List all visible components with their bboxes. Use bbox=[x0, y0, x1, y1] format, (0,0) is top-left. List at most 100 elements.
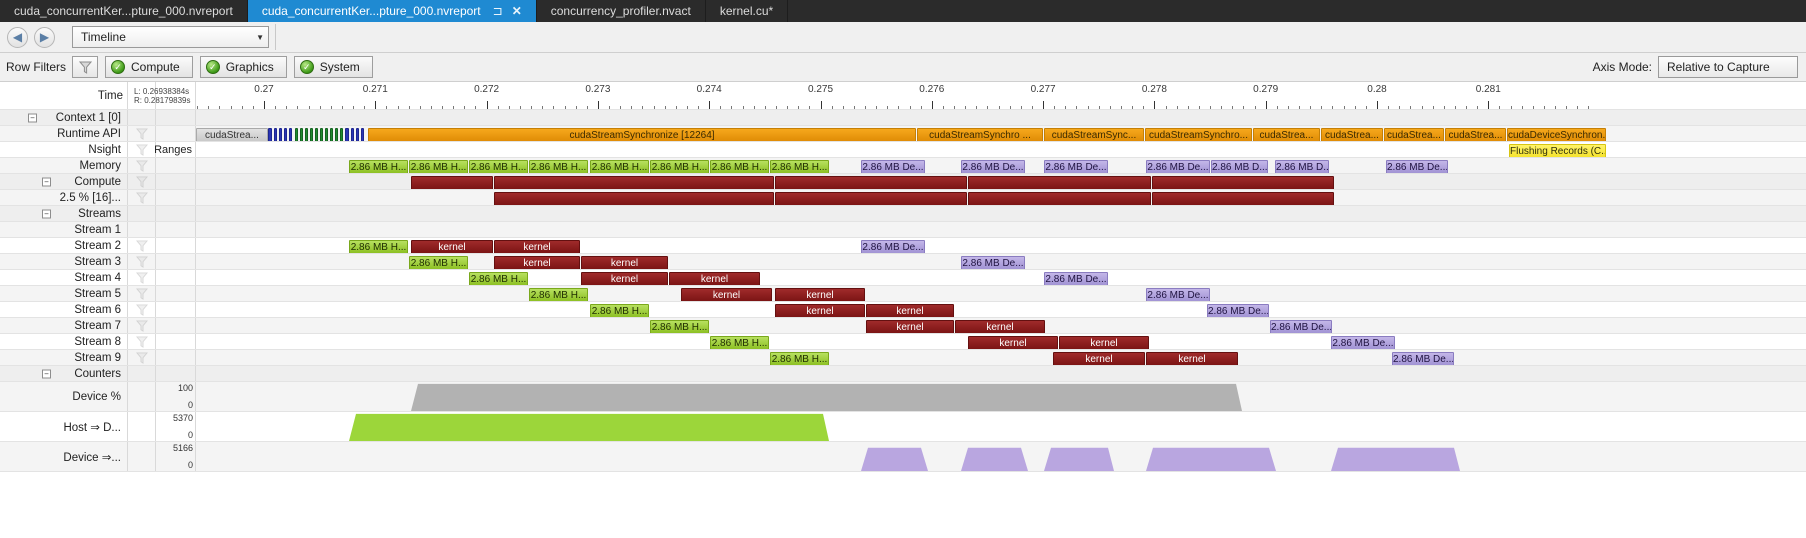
row-filter-cell[interactable] bbox=[128, 350, 156, 365]
funnel-icon[interactable] bbox=[135, 287, 148, 300]
timeline-bar[interactable]: 2.86 MB De... bbox=[1331, 336, 1395, 349]
filter-toggle-compute[interactable]: ✓ Compute bbox=[105, 56, 193, 78]
timeline-row[interactable]: Stream 4 2.86 MB H... kernel kernel 2.86 MB … bbox=[0, 270, 1806, 286]
timeline-bar[interactable] bbox=[289, 128, 292, 141]
row-label-context-1-0[interactable]: − Context 1 [0] bbox=[0, 110, 128, 125]
timeline-bar[interactable]: 2.86 MB H... bbox=[710, 160, 769, 173]
row-filter-cell[interactable] bbox=[128, 302, 156, 317]
row-label-stream-2[interactable]: Stream 2 bbox=[0, 238, 128, 253]
tab-1[interactable]: cuda_concurrentKer...pture_000.nvreport ⊐… bbox=[247, 0, 537, 22]
row-label-device[interactable]: Device ⇒... bbox=[0, 442, 128, 471]
timeline-bar[interactable]: 2.86 MB De... bbox=[961, 160, 1025, 173]
timeline-bar[interactable]: 2.86 MB H... bbox=[590, 160, 649, 173]
timeline-bar[interactable]: 2.86 MB H... bbox=[650, 160, 709, 173]
row-track[interactable] bbox=[196, 174, 1806, 189]
timeline-bar[interactable]: 2.86 MB De... bbox=[1146, 160, 1210, 173]
row-track[interactable]: 2.86 MB H... kernel kernel 2.86 MB De... bbox=[196, 318, 1806, 333]
timeline-bar[interactable]: 2.86 MB H... bbox=[529, 288, 588, 301]
timeline-bar[interactable]: cudaStrea... bbox=[1253, 128, 1320, 141]
timeline-bar[interactable] bbox=[330, 128, 333, 141]
filter-toggle-system[interactable]: ✓ System bbox=[293, 56, 373, 78]
funnel-icon[interactable] bbox=[135, 127, 148, 140]
row-label-device[interactable]: Device % bbox=[0, 382, 128, 411]
timeline-bar[interactable]: 2.86 MB De... bbox=[861, 240, 925, 253]
timeline-bar[interactable]: 2.86 MB H... bbox=[349, 160, 408, 173]
timeline-bar[interactable]: kernel bbox=[775, 304, 865, 317]
timeline-bar[interactable] bbox=[284, 128, 287, 141]
funnel-icon[interactable] bbox=[135, 255, 148, 268]
timeline-bar[interactable] bbox=[356, 128, 359, 141]
timeline-bar[interactable]: 2.86 MB H... bbox=[529, 160, 588, 173]
timeline-bar[interactable]: 2.86 MB H... bbox=[469, 272, 528, 285]
funnel-icon[interactable] bbox=[135, 351, 148, 364]
timeline-bar[interactable] bbox=[1152, 192, 1334, 205]
timeline-view[interactable]: Time 0.27 0.271 0.272 0.273 0.274 0.275 0.276 0… bbox=[0, 82, 1806, 538]
timeline-bar[interactable]: 2.86 MB De... bbox=[1392, 352, 1454, 365]
timeline-bar[interactable]: kernel bbox=[968, 336, 1058, 349]
timeline-row[interactable]: Device ⇒... 5166 0 bbox=[0, 442, 1806, 472]
funnel-icon[interactable] bbox=[135, 335, 148, 348]
timeline-bar[interactable] bbox=[340, 128, 343, 141]
timeline-bar[interactable]: 2.86 MB H... bbox=[710, 336, 769, 349]
timeline-bar[interactable]: cudaStreamSynchro... bbox=[1145, 128, 1252, 141]
timeline-bar[interactable]: cudaStrea... bbox=[1321, 128, 1383, 141]
timeline-bar[interactable]: kernel bbox=[494, 256, 580, 269]
timeline-bar[interactable]: 2.86 MB H... bbox=[469, 160, 528, 173]
row-filter-cell[interactable] bbox=[128, 334, 156, 349]
timeline-bar[interactable]: kernel bbox=[581, 256, 668, 269]
row-track[interactable] bbox=[196, 222, 1806, 237]
row-track[interactable] bbox=[196, 206, 1806, 221]
row-track[interactable]: 2.86 MB H... kernel kernel 2.86 MB De... bbox=[196, 238, 1806, 253]
timeline-bar[interactable] bbox=[295, 128, 298, 141]
timeline-bar[interactable] bbox=[335, 128, 338, 141]
timeline-bar[interactable] bbox=[310, 128, 313, 141]
row-filter-cell[interactable] bbox=[128, 158, 156, 173]
timeline-bar[interactable] bbox=[411, 176, 493, 189]
timeline-bar[interactable]: cudaStrea... bbox=[196, 128, 268, 141]
timeline-bar[interactable] bbox=[494, 192, 774, 205]
row-track[interactable] bbox=[196, 382, 1806, 411]
row-label-stream-5[interactable]: Stream 5 bbox=[0, 286, 128, 301]
tab-0[interactable]: cuda_concurrentKer...pture_000.nvreport bbox=[0, 0, 248, 22]
timeline-bar[interactable]: 2.86 MB H... bbox=[770, 352, 829, 365]
timeline-bar[interactable]: 2.86 MB H... bbox=[770, 160, 829, 173]
timeline-bar[interactable]: kernel bbox=[1059, 336, 1149, 349]
funnel-icon[interactable] bbox=[135, 271, 148, 284]
row-label-stream-8[interactable]: Stream 8 bbox=[0, 334, 128, 349]
timeline-bar[interactable]: kernel bbox=[411, 240, 493, 253]
timeline-bar[interactable] bbox=[279, 128, 282, 141]
row-track[interactable]: 2.86 MB H... kernel kernel 2.86 MB De... bbox=[196, 350, 1806, 365]
timeline-bar[interactable] bbox=[968, 192, 1151, 205]
row-track[interactable] bbox=[196, 412, 1806, 441]
timeline-bar[interactable]: 2.86 MB De... bbox=[1386, 160, 1448, 173]
timeline-bar[interactable] bbox=[300, 128, 303, 141]
timeline-row[interactable]: Runtime API cudaStrea... cudaStreamSynchro… bbox=[0, 126, 1806, 142]
timeline-bar[interactable]: 2.86 MB H... bbox=[409, 160, 468, 173]
row-label-stream-7[interactable]: Stream 7 bbox=[0, 318, 128, 333]
timeline-bar[interactable]: kernel bbox=[669, 272, 760, 285]
row-filter-cell[interactable] bbox=[128, 174, 156, 189]
timeline-bar[interactable] bbox=[325, 128, 328, 141]
tab-3[interactable]: kernel.cu* bbox=[705, 0, 789, 22]
timeline-row[interactable]: Stream 5 2.86 MB H... kernel kernel 2.86 MB … bbox=[0, 286, 1806, 302]
timeline-bar[interactable]: kernel bbox=[1146, 352, 1238, 365]
timeline-bar[interactable] bbox=[968, 176, 1151, 189]
timeline-bar[interactable]: 2.86 MB De... bbox=[961, 256, 1025, 269]
row-label-2-5-16[interactable]: 2.5 % [16]... bbox=[0, 190, 128, 205]
row-label-stream-1[interactable]: Stream 1 bbox=[0, 222, 128, 237]
timeline-bar[interactable]: cudaDeviceSynchron... bbox=[1507, 128, 1606, 141]
row-filter-cell[interactable] bbox=[128, 254, 156, 269]
timeline-row[interactable]: Stream 8 2.86 MB H... kernel kernel 2.86 MB … bbox=[0, 334, 1806, 350]
timeline-bar[interactable]: cudaStrea... bbox=[1445, 128, 1506, 141]
timeline-bar[interactable] bbox=[351, 128, 354, 141]
timeline-bar[interactable]: kernel bbox=[955, 320, 1045, 333]
timeline-bar[interactable]: 2.86 MB H... bbox=[650, 320, 709, 333]
timeline-bar[interactable] bbox=[274, 128, 277, 141]
row-track[interactable]: 2.86 MB H... kernel kernel 2.86 MB De... bbox=[196, 254, 1806, 269]
timeline-bar[interactable]: 2.86 MB H... bbox=[409, 256, 468, 269]
row-label-host-d[interactable]: Host ⇒ D... bbox=[0, 412, 128, 441]
timeline-bar[interactable]: kernel bbox=[494, 240, 580, 253]
row-track[interactable]: Flushing Records (C... bbox=[196, 142, 1806, 157]
pin-icon[interactable]: ⊐ bbox=[493, 4, 503, 18]
timeline-ruler-track[interactable]: 0.27 0.271 0.272 0.273 0.274 0.275 0.276 0.277 0… bbox=[196, 82, 1806, 109]
